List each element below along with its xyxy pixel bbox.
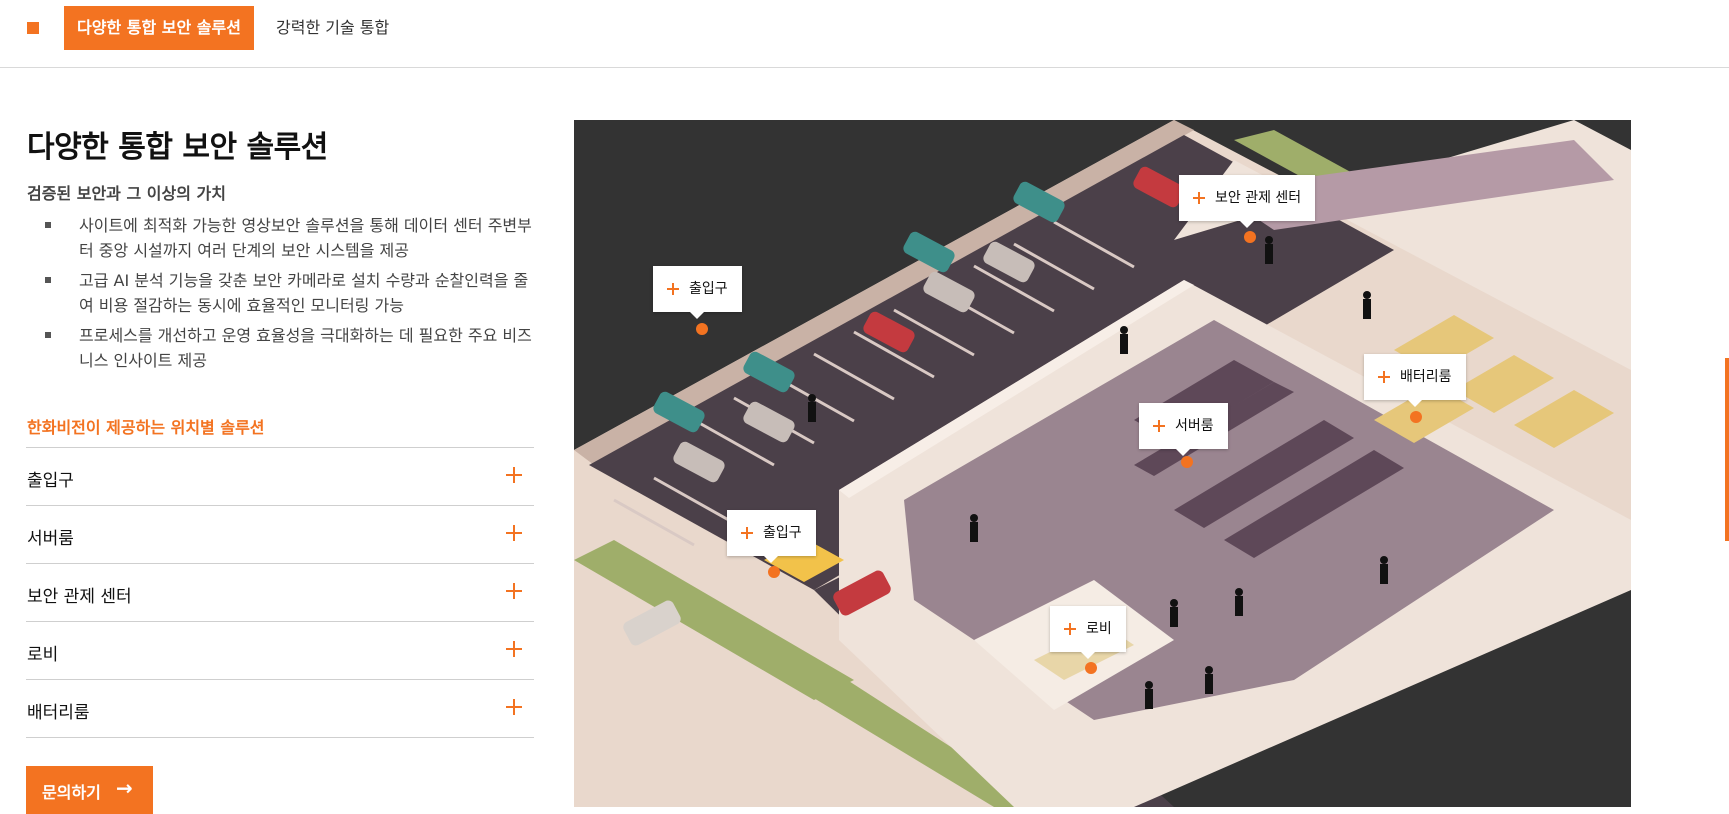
location-accordion: 출입구 서버룸 보안 관제 센터 로비 배터리룸 [26, 447, 534, 738]
pin-label: 출입구 [763, 525, 802, 541]
pin-dot [768, 566, 780, 578]
tab-integrated-security[interactable]: 다양한 통합 보안 솔루션 [64, 6, 254, 50]
orange-square-icon [27, 22, 39, 34]
bullet-text: 사이트에 최적화 가능한 영상보안 솔루션을 통해 데이터 센터 주변부터 중앙… [79, 216, 532, 260]
feature-bullet-list: 사이트에 최적화 가능한 영상보안 솔루션을 통해 데이터 센터 주변부터 중앙… [27, 213, 537, 378]
pin-label: 배터리룸 [1400, 369, 1452, 385]
accordion-item-label: 로비 [27, 645, 59, 665]
pin-label: 서버룸 [1175, 418, 1214, 434]
accordion-item-label: 보안 관제 센터 [27, 587, 132, 607]
bullet-text: 고급 AI 분석 기능을 갖춘 보안 카메라로 설치 수량과 순찰인력을 줄여 … [79, 271, 529, 315]
pin-dot [1181, 456, 1193, 468]
bullet-square-icon [45, 277, 51, 283]
accordion-item-lobby[interactable]: 로비 [26, 622, 534, 680]
pin-label: 출입구 [689, 281, 728, 297]
accordion-item-label: 출입구 [27, 471, 74, 491]
plus-icon[interactable] [506, 641, 522, 657]
scroll-indicator [1725, 358, 1729, 541]
plus-icon[interactable] [506, 467, 522, 483]
pin-security-center[interactable]: 보안 관제 센터 [1179, 175, 1316, 228]
pin-server-room[interactable]: 서버룸 [1139, 403, 1228, 456]
section-tab-bar: 다양한 통합 보안 솔루션 강력한 기술 통합 [0, 0, 1729, 68]
page-title: 다양한 통합 보안 솔루션 [27, 130, 328, 165]
bullet-square-icon [45, 222, 51, 228]
accordion-item-server-room[interactable]: 서버룸 [26, 506, 534, 564]
pin-dot [1410, 411, 1422, 423]
accordion-item-security-center[interactable]: 보안 관제 센터 [26, 564, 534, 622]
isometric-facility-drawing [574, 120, 1631, 807]
pin-dot [696, 323, 708, 335]
pin-label: 보안 관제 센터 [1215, 190, 1302, 206]
bullet-item: 고급 AI 분석 기능을 갖춘 보안 카메라로 설치 수량과 순찰인력을 줄여 … [27, 268, 537, 318]
accordion-item-label: 배터리룸 [27, 703, 90, 723]
pin-label: 로비 [1086, 621, 1112, 637]
location-solutions-label: 한화비전이 제공하는 위치별 솔루션 [27, 418, 265, 437]
accordion-item-battery-room[interactable]: 배터리룸 [26, 680, 534, 738]
pin-dot [1244, 231, 1256, 243]
bullet-square-icon [45, 332, 51, 338]
pin-entrance-gate[interactable]: 출입구 [727, 510, 816, 563]
tab-technology-integration[interactable]: 강력한 기술 통합 [276, 6, 389, 50]
contact-button-label: 문의하기 [42, 783, 101, 802]
accordion-item-label: 서버룸 [27, 529, 74, 549]
bullet-item: 사이트에 최적화 가능한 영상보안 솔루션을 통해 데이터 센터 주변부터 중앙… [27, 213, 537, 263]
plus-icon[interactable] [506, 583, 522, 599]
plus-icon[interactable] [506, 525, 522, 541]
bullet-text: 프로세스를 개선하고 운영 효율성을 극대화하는 데 필요한 주요 비즈니스 인… [79, 326, 532, 370]
pin-lobby[interactable]: 로비 [1050, 606, 1126, 659]
plus-icon[interactable] [506, 699, 522, 715]
page-subtitle: 검증된 보안과 그 이상의 가치 [27, 184, 226, 203]
pin-battery-room[interactable]: 배터리룸 [1364, 354, 1466, 407]
bullet-item: 프로세스를 개선하고 운영 효율성을 극대화하는 데 필요한 주요 비즈니스 인… [27, 323, 537, 373]
pin-entrance-top[interactable]: 출입구 [653, 266, 742, 319]
data-center-illustration: 출입구 보안 관제 센터 배터리룸 서버룸 출입구 로비 [574, 120, 1631, 807]
accordion-item-entrance[interactable]: 출입구 [26, 448, 534, 506]
pin-dot [1085, 662, 1097, 674]
arrow-right-icon: → [116, 776, 133, 800]
